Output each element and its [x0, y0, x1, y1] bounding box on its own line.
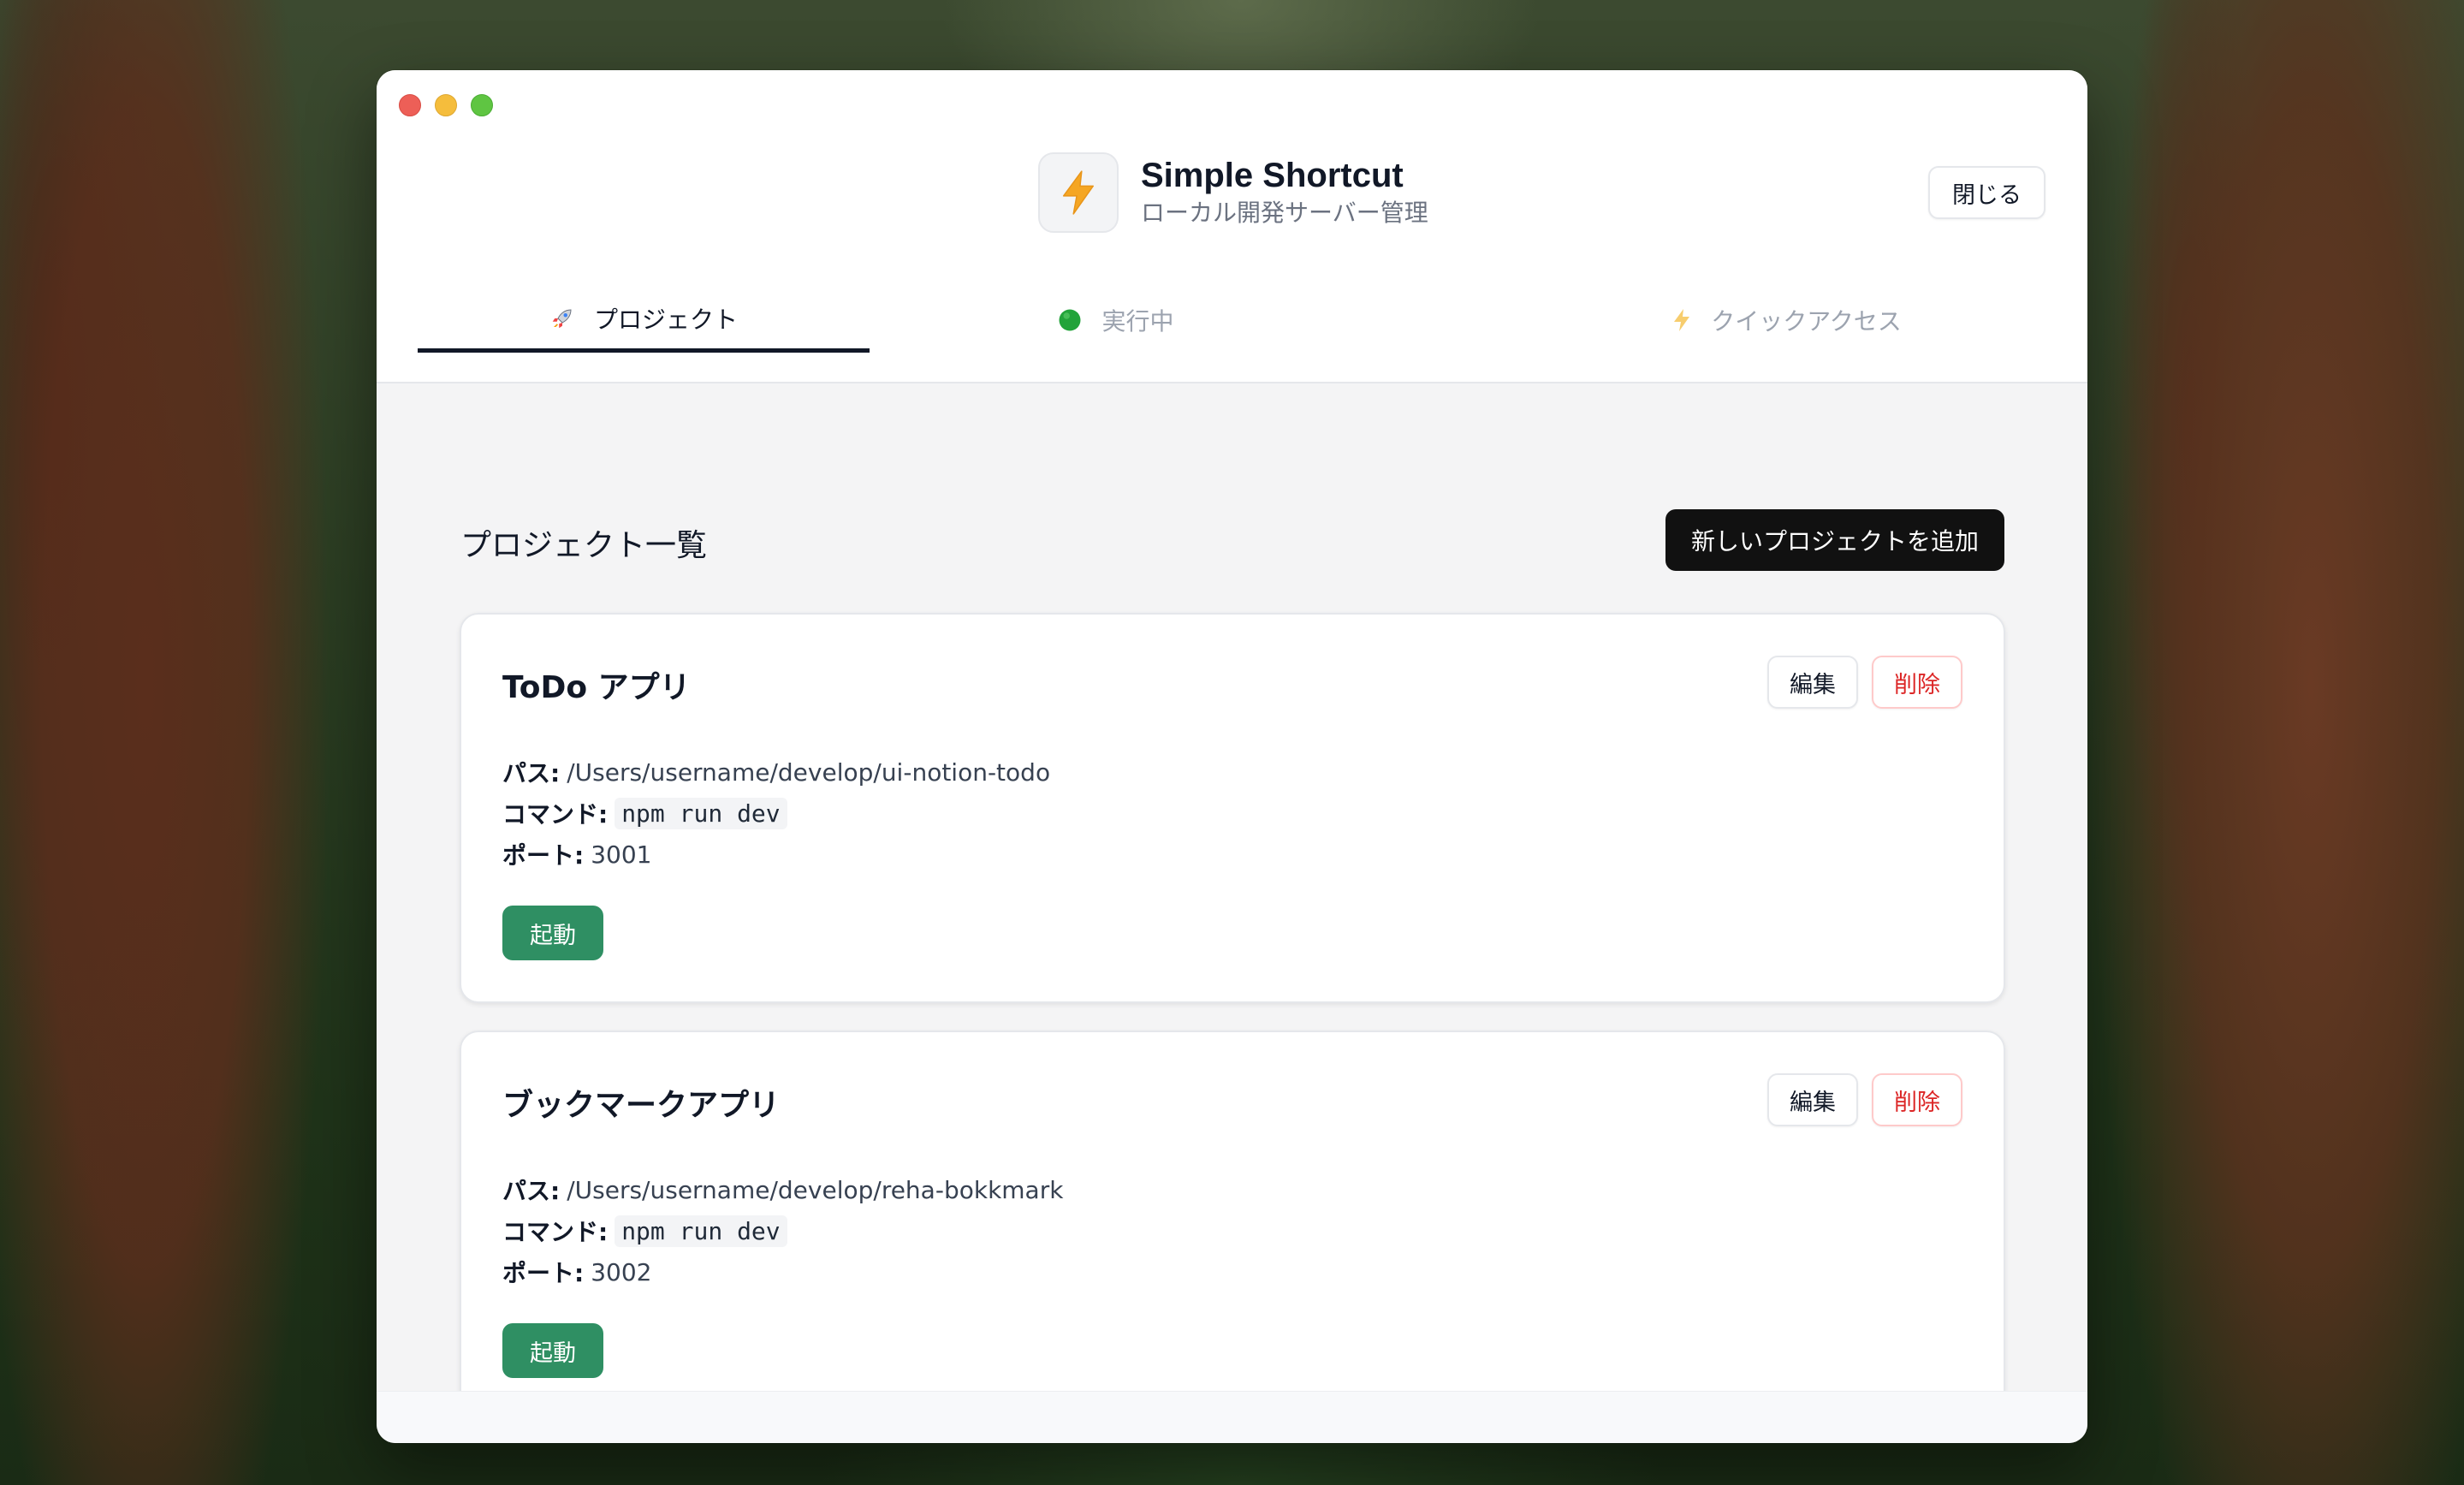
tab-label: プロジェクト	[593, 305, 738, 334]
close-button[interactable]: 閉じる	[1928, 166, 2045, 219]
command-label: コマンド:	[502, 1218, 609, 1246]
page-title: プロジェクト一覧	[460, 528, 708, 563]
lightning-icon	[1671, 307, 1692, 333]
tab-label: クイックアクセス	[1711, 307, 1902, 336]
command-label: コマンド:	[502, 800, 609, 829]
close-window-button[interactable]	[399, 94, 421, 116]
minimize-window-button[interactable]	[435, 94, 457, 116]
lightning-icon	[1062, 170, 1095, 215]
window-controls	[399, 94, 493, 116]
tab-running[interactable]: 実行中	[870, 288, 1362, 353]
main-content: プロジェクト一覧 新しいプロジェクトを追加 ToDo アプリ 編集 削除 パス:…	[377, 383, 2087, 1443]
project-card: ToDo アプリ 編集 削除 パス: /Users/username/devel…	[460, 613, 2005, 1003]
start-button[interactable]: 起動	[502, 906, 603, 960]
port-label: ポート:	[502, 1259, 585, 1287]
project-name: ToDo アプリ	[502, 670, 691, 705]
edit-button[interactable]: 編集	[1767, 656, 1858, 709]
app-logo	[1038, 152, 1119, 233]
tab-projects[interactable]: プロジェクト	[418, 288, 870, 353]
app-window: Simple Shortcut ローカル開発サーバー管理 閉じる プロジェクト	[377, 70, 2087, 1443]
project-details: パス: /Users/username/develop/reha-bokkmar…	[502, 1169, 1063, 1292]
tab-label: 実行中	[1101, 307, 1174, 336]
add-project-button[interactable]: 新しいプロジェクトを追加	[1665, 509, 2004, 571]
rocket-icon	[549, 306, 575, 331]
app-brand: Simple Shortcut ローカル開発サーバー管理	[1038, 152, 1428, 233]
tab-quick-access[interactable]: クイックアクセス	[1527, 288, 2046, 353]
tab-bar: プロジェクト 実行中 クイックアクセス	[418, 306, 2046, 383]
green-circle-icon	[1057, 307, 1083, 333]
project-name: ブックマークアプリ	[502, 1088, 781, 1123]
port-value: 3002	[591, 1257, 652, 1286]
edit-button[interactable]: 編集	[1767, 1073, 1858, 1126]
start-button[interactable]: 起動	[502, 1323, 603, 1378]
port-label: ポート:	[502, 841, 585, 870]
app-subtitle: ローカル開発サーバー管理	[1141, 199, 1428, 227]
path-value: /Users/username/develop/ui-notion-todo	[567, 757, 1051, 787]
project-card: ブックマークアプリ 編集 削除 パス: /Users/username/deve…	[460, 1031, 2005, 1421]
app-title: Simple Shortcut	[1141, 157, 1404, 194]
path-value: /Users/username/develop/reha-bokkmark	[567, 1175, 1064, 1204]
project-details: パス: /Users/username/develop/ui-notion-to…	[502, 751, 1050, 875]
path-label: パス:	[502, 759, 561, 787]
command-value: npm run dev	[615, 797, 787, 829]
delete-button[interactable]: 削除	[1872, 1073, 1962, 1126]
maximize-window-button[interactable]	[471, 94, 493, 116]
window-header: Simple Shortcut ローカル開発サーバー管理 閉じる プロジェクト	[377, 70, 2087, 383]
delete-button[interactable]: 削除	[1872, 656, 1962, 709]
port-value: 3001	[591, 840, 652, 869]
footer	[377, 1391, 2087, 1443]
command-value: npm run dev	[615, 1215, 787, 1247]
path-label: パス:	[502, 1177, 561, 1205]
